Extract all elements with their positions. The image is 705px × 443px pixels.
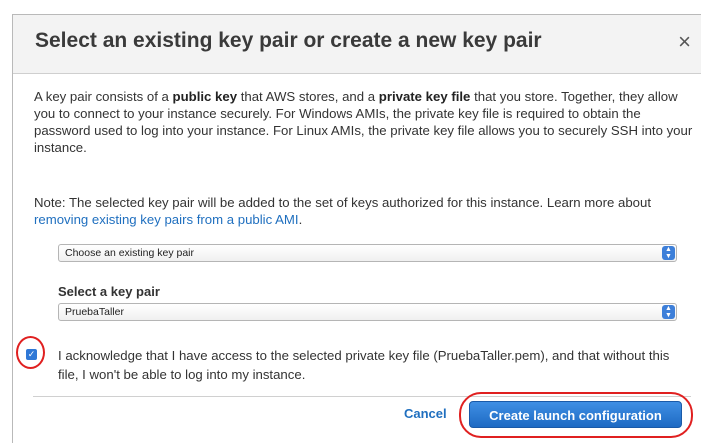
note-end: . <box>298 212 303 227</box>
select-arrows-icon: ▲ ▼ <box>662 246 675 260</box>
dialog-header: Select an existing key pair or create a … <box>13 15 701 74</box>
intro-bold-private-key: private key file <box>378 89 471 104</box>
cancel-button[interactable]: Cancel <box>404 406 447 421</box>
create-launch-configuration-button[interactable]: Create launch configuration <box>469 401 682 428</box>
close-icon[interactable]: × <box>678 31 691 53</box>
note-text: Note: The selected key pair will be adde… <box>34 194 694 228</box>
remove-key-pairs-link[interactable]: removing existing key pairs from a publi… <box>34 212 299 227</box>
intro-text: A key pair consists of a public key that… <box>34 88 694 156</box>
intro-bold-public-key: public key <box>172 89 238 104</box>
key-pair-dialog: Select an existing key pair or create a … <box>12 14 701 443</box>
intro-text-2: that AWS stores, and a <box>237 89 379 104</box>
checkbox-highlight-circle <box>16 336 45 369</box>
key-pair-mode-select[interactable]: Choose an existing key pair ▲ ▼ <box>58 244 677 262</box>
select-arrows-icon: ▲ ▼ <box>662 305 675 319</box>
intro-text-1: A key pair consists of a <box>34 89 173 104</box>
acknowledge-text: I acknowledge that I have access to the … <box>58 348 670 382</box>
note-body: Note: The selected key pair will be adde… <box>34 195 651 210</box>
key-pair-mode-value: Choose an existing key pair <box>65 247 194 259</box>
key-pair-select[interactable]: PruebaTaller ▲ ▼ <box>58 303 677 321</box>
select-key-pair-label: Select a key pair <box>58 284 160 299</box>
key-pair-value: PruebaTaller <box>65 306 124 318</box>
dialog-title: Select an existing key pair or create a … <box>35 29 542 52</box>
